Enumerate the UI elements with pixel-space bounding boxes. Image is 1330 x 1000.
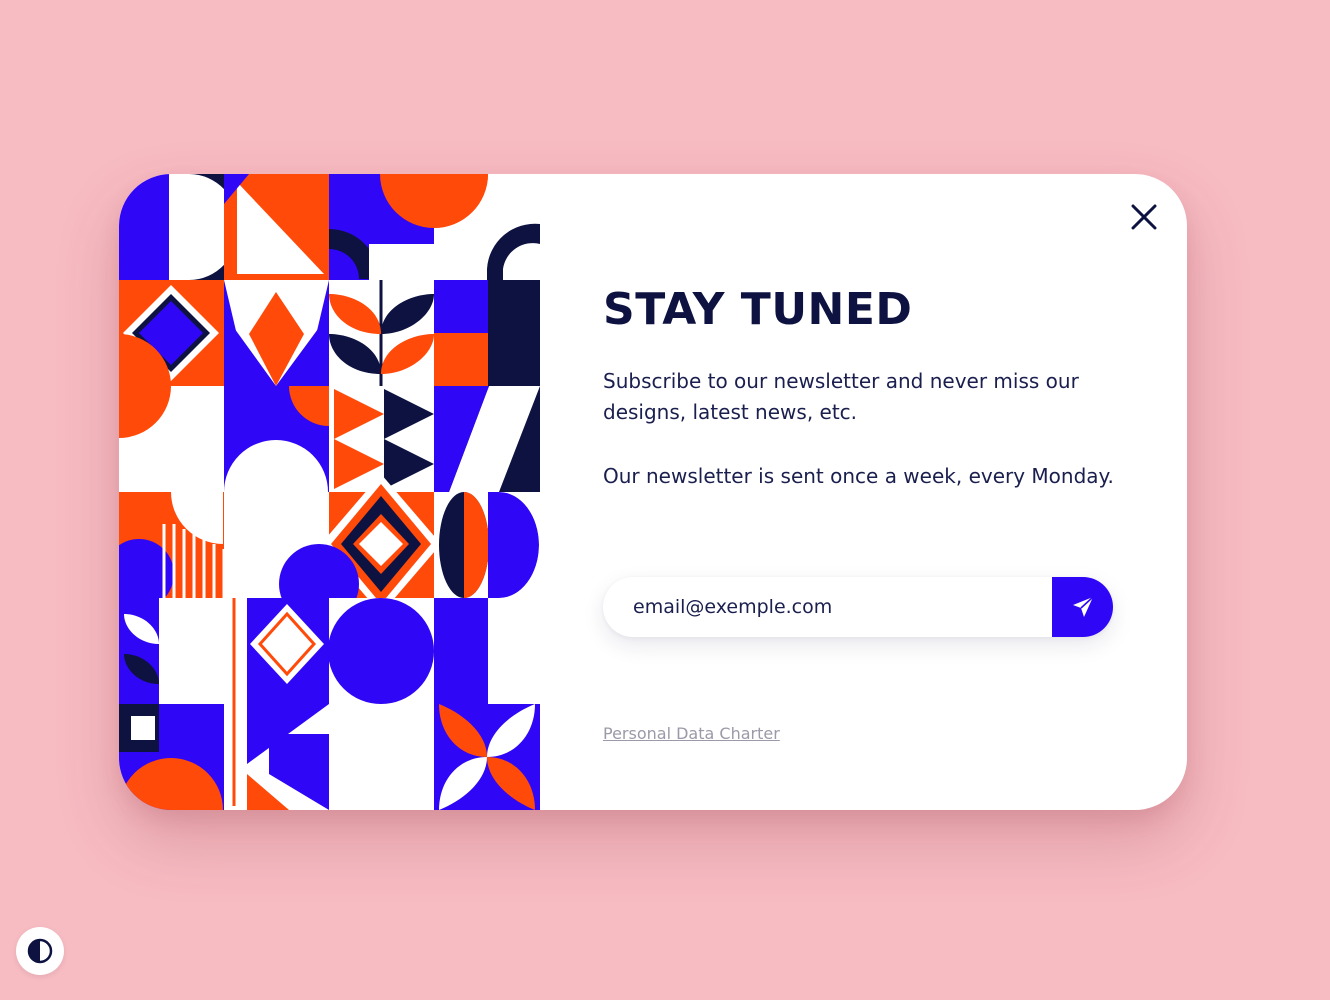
newsletter-form — [603, 577, 1113, 637]
paper-plane-icon — [1072, 596, 1094, 617]
personal-data-charter-link[interactable]: Personal Data Charter — [603, 724, 780, 743]
send-button[interactable] — [1052, 577, 1113, 637]
close-button[interactable] — [1127, 200, 1161, 234]
modal-frequency-note: Our newsletter is sent once a week, ever… — [603, 464, 1114, 488]
modal-title: STAY TUNED — [603, 284, 913, 335]
newsletter-modal: STAY TUNED Subscribe to our newsletter a… — [119, 174, 1187, 810]
modal-description: Subscribe to our newsletter and never mi… — [603, 369, 1079, 424]
theme-toggle-button[interactable] — [16, 927, 64, 975]
contrast-icon — [27, 938, 53, 964]
geometric-illustration — [119, 174, 540, 810]
close-icon — [1131, 204, 1157, 230]
email-input[interactable] — [633, 577, 1033, 637]
